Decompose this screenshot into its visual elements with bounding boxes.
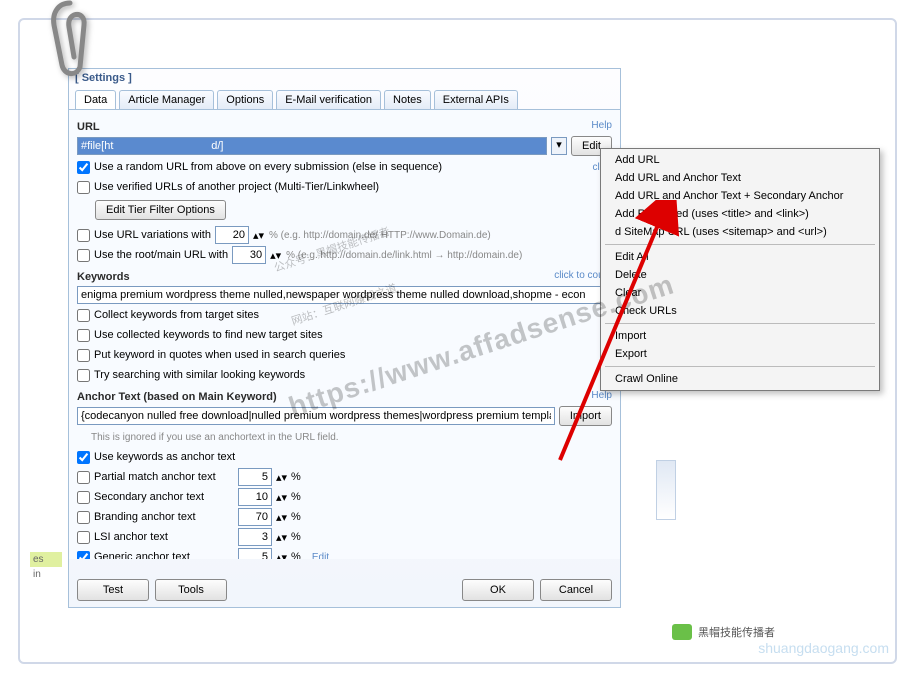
generic-anchor-label: Generic anchor text xyxy=(94,551,234,559)
anchor-import-button[interactable]: Import xyxy=(559,406,612,426)
quotes-checkbox[interactable] xyxy=(77,349,90,362)
bottom-button-bar: Test Tools OK Cancel xyxy=(77,579,612,601)
menu-clear[interactable]: Clear xyxy=(601,284,879,302)
branding-anchor-label: Branding anchor text xyxy=(94,511,234,523)
menu-add-url-anchor-secondary[interactable]: Add URL and Anchor Text + Secondary Anch… xyxy=(601,187,879,205)
tab-article-manager[interactable]: Article Manager xyxy=(119,90,214,109)
similar-checkbox[interactable] xyxy=(77,369,90,382)
secondary-anchor-label: Secondary anchor text xyxy=(94,491,234,503)
url-variations-example: % (e.g. http://domain.de/ HTTP://www.Dom… xyxy=(269,230,491,241)
quotes-label: Put keyword in quotes when used in searc… xyxy=(94,349,345,361)
use-collected-label: Use collected keywords to find new targe… xyxy=(94,329,323,341)
generic-anchor-checkbox[interactable] xyxy=(77,551,90,560)
spinner-icon[interactable]: ▴▾ xyxy=(276,551,287,560)
verified-urls-checkbox[interactable] xyxy=(77,181,90,194)
url-variations-value[interactable] xyxy=(215,226,249,244)
partial-anchor-value[interactable] xyxy=(238,468,272,486)
generic-anchor-value[interactable] xyxy=(238,548,272,559)
spinner-icon[interactable]: ▴▾ xyxy=(276,491,287,504)
menu-add-url[interactable]: Add URL xyxy=(601,151,879,169)
menu-delete[interactable]: Delete xyxy=(601,266,879,284)
url-context-menu: Add URL Add URL and Anchor Text Add URL … xyxy=(600,148,880,391)
tab-data[interactable]: Data xyxy=(75,90,116,109)
menu-separator xyxy=(605,366,875,367)
tab-content-data: URL Help ▾ Edit Use a random URL from ab… xyxy=(69,109,620,559)
anchor-section-label: Anchor Text (based on Main Keyword) xyxy=(77,391,277,403)
collect-keywords-checkbox[interactable] xyxy=(77,309,90,322)
use-keywords-anchor-checkbox[interactable] xyxy=(77,451,90,464)
spinner-icon[interactable]: ▴▾ xyxy=(270,249,282,262)
partial-anchor-checkbox[interactable] xyxy=(77,471,90,484)
cancel-button[interactable]: Cancel xyxy=(540,579,612,601)
keywords-input[interactable] xyxy=(77,286,612,304)
panel-title: [ Settings ] xyxy=(69,69,620,87)
menu-edit-all[interactable]: Edit All xyxy=(601,248,879,266)
spinner-icon[interactable]: ▴▾ xyxy=(276,511,287,524)
root-url-value[interactable] xyxy=(232,246,266,264)
verified-urls-label: Use verified URLs of another project (Mu… xyxy=(94,181,379,193)
root-url-label: Use the root/main URL with xyxy=(94,249,228,261)
random-url-label: Use a random URL from above on every sub… xyxy=(94,161,442,173)
collect-keywords-label: Collect keywords from target sites xyxy=(94,309,259,321)
branding-anchor-checkbox[interactable] xyxy=(77,511,90,524)
similar-label: Try searching with similar looking keywo… xyxy=(94,369,305,381)
spinner-icon[interactable]: ▴▾ xyxy=(276,471,287,484)
use-collected-checkbox[interactable] xyxy=(77,329,90,342)
anchor-help-link[interactable]: Help xyxy=(591,390,612,401)
use-keywords-anchor-label: Use keywords as anchor text xyxy=(94,451,235,463)
test-button[interactable]: Test xyxy=(77,579,149,601)
wechat-tag: 黑帽技能传播者 xyxy=(672,624,775,640)
side-scrollbar-strip[interactable] xyxy=(656,460,676,520)
spinner-icon[interactable]: ▴▾ xyxy=(276,531,287,544)
dropdown-icon[interactable]: ▾ xyxy=(551,137,567,155)
menu-add-rss[interactable]: Add RSS Feed (uses <title> and <link>) xyxy=(601,205,879,223)
root-url-example: % (e.g. http://domain.de/link.html → htt… xyxy=(286,250,522,261)
url-input[interactable] xyxy=(77,137,547,155)
url-section-label: URL xyxy=(77,121,100,133)
root-url-checkbox[interactable] xyxy=(77,249,90,262)
anchor-text-input[interactable] xyxy=(77,407,555,425)
branding-anchor-value[interactable] xyxy=(238,508,272,526)
paperclip-decoration xyxy=(40,0,100,88)
menu-check-urls[interactable]: Check URLs xyxy=(601,302,879,320)
tab-options[interactable]: Options xyxy=(217,90,273,109)
menu-export[interactable]: Export xyxy=(601,345,879,363)
anchor-note: This is ignored if you use an anchortext… xyxy=(91,432,339,443)
random-url-checkbox[interactable] xyxy=(77,161,90,174)
left-margin-strip: es in xyxy=(30,552,62,582)
menu-add-sitemap[interactable]: d SiteMap URL (uses <sitemap> and <url>) xyxy=(601,223,879,241)
spinner-icon[interactable]: ▴▾ xyxy=(253,229,265,242)
menu-add-url-anchor[interactable]: Add URL and Anchor Text xyxy=(601,169,879,187)
lsi-anchor-label: LSI anchor text xyxy=(94,531,234,543)
secondary-anchor-checkbox[interactable] xyxy=(77,491,90,504)
wechat-icon xyxy=(672,624,692,640)
tab-email-verification[interactable]: E-Mail verification xyxy=(276,90,381,109)
lsi-anchor-value[interactable] xyxy=(238,528,272,546)
tab-external-apis[interactable]: External APIs xyxy=(434,90,518,109)
keywords-section-label: Keywords xyxy=(77,271,130,283)
url-variations-checkbox[interactable] xyxy=(77,229,90,242)
url-help-link[interactable]: Help xyxy=(591,120,612,131)
tab-notes[interactable]: Notes xyxy=(384,90,431,109)
tab-bar: Data Article Manager Options E-Mail veri… xyxy=(69,87,620,109)
partial-anchor-label: Partial match anchor text xyxy=(94,471,234,483)
url-variations-label: Use URL variations with xyxy=(94,229,211,241)
menu-crawl-online[interactable]: Crawl Online xyxy=(601,370,879,388)
secondary-anchor-value[interactable] xyxy=(238,488,272,506)
edit-tier-filter-button[interactable]: Edit Tier Filter Options xyxy=(95,200,226,220)
menu-separator xyxy=(605,323,875,324)
menu-separator xyxy=(605,244,875,245)
settings-panel: [ Settings ] Data Article Manager Option… xyxy=(68,68,621,608)
lsi-anchor-checkbox[interactable] xyxy=(77,531,90,544)
ok-button[interactable]: OK xyxy=(462,579,534,601)
tools-button[interactable]: Tools xyxy=(155,579,227,601)
generic-edit-link[interactable]: Edit xyxy=(312,552,329,560)
menu-import[interactable]: Import xyxy=(601,327,879,345)
